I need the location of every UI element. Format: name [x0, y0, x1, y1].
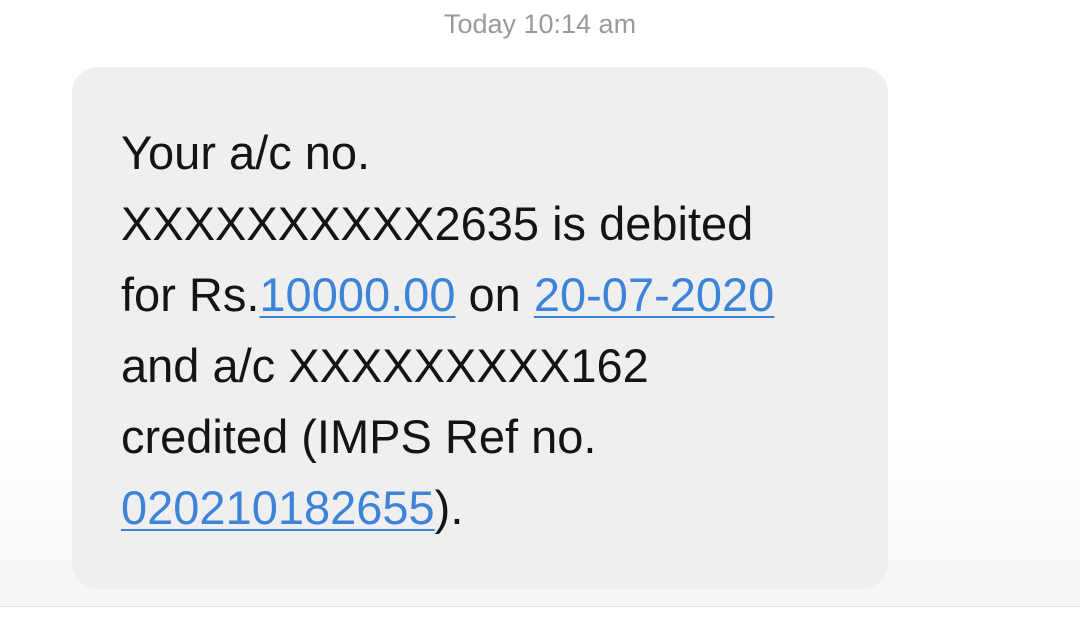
reference-suffix: ). — [434, 481, 464, 534]
amount-prefix: for Rs. — [121, 268, 260, 321]
date-prefix: on — [455, 268, 534, 321]
message-line-2: XXXXXXXXXX2635 is debited — [121, 197, 754, 250]
date-link[interactable]: 20-07-2020 — [534, 268, 774, 321]
message-line-5: credited (IMPS Ref no. — [121, 410, 597, 463]
message-line-1: Your a/c no. — [121, 126, 371, 179]
reference-number-link[interactable]: 020210182655 — [121, 481, 435, 534]
message-line-6: 020210182655). — [121, 472, 774, 543]
message-body: Your a/c no. XXXXXXXXXX2635 is debited f… — [121, 117, 774, 543]
message-timestamp: Today 10:14 am — [443, 9, 637, 39]
message-line-4: and a/c XXXXXXXXX162 — [121, 339, 649, 392]
divider — [0, 606, 1080, 607]
amount-link[interactable]: 10000.00 — [259, 268, 455, 321]
message-line-3: for Rs.10000.00 on 20-07-2020 — [121, 259, 774, 330]
message-bubble[interactable]: Your a/c no. XXXXXXXXXX2635 is debited f… — [72, 67, 888, 589]
